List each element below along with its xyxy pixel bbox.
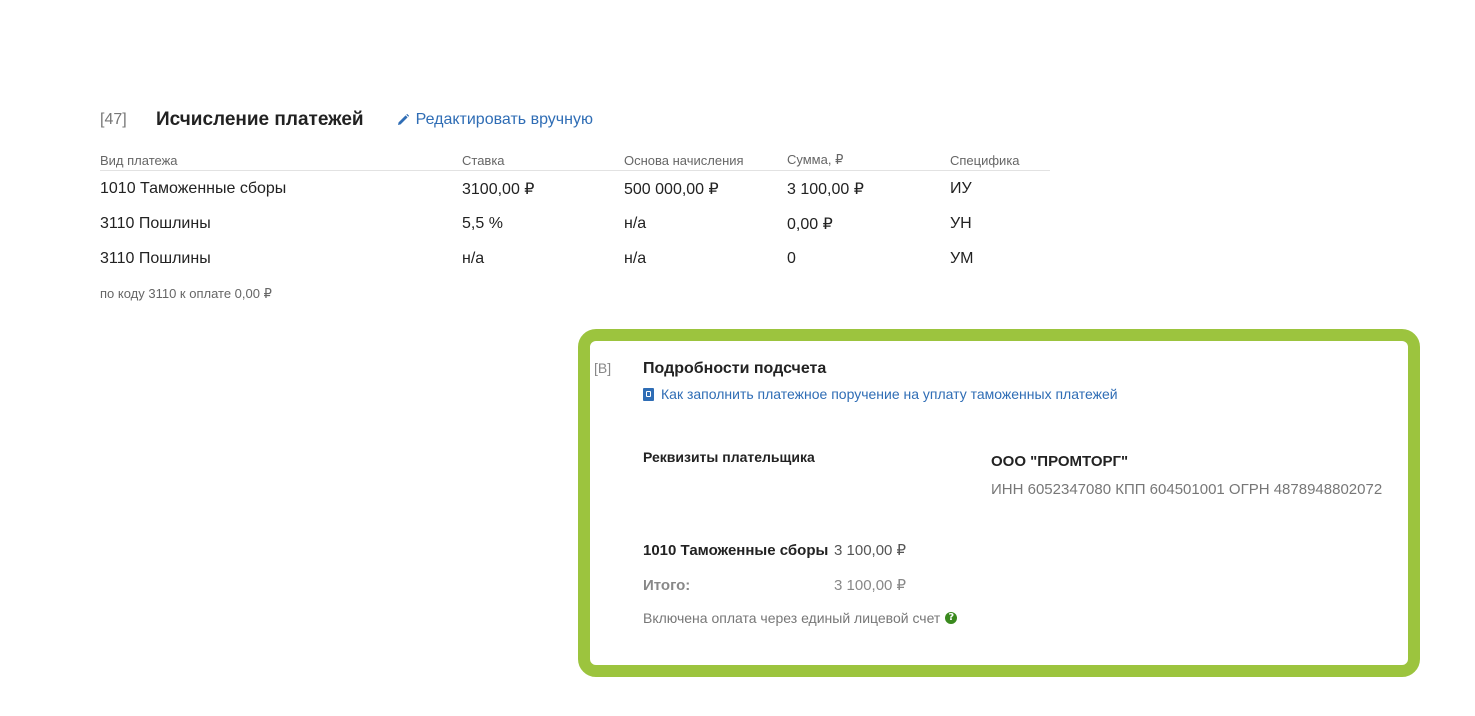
- cell-payment-type: 3110 Пошлины: [100, 214, 211, 232]
- cell-base: 500 000,00 ₽: [624, 180, 719, 198]
- section-title: Исчисление платежей: [156, 109, 364, 130]
- help-link-label: Как заполнить платежное поручение на упл…: [661, 386, 1118, 402]
- detail-line-label: 1010 Таможенные сборы: [643, 541, 829, 559]
- cell-rate: 3100,00 ₽: [462, 180, 535, 198]
- detail-line-total: Итого: 3 100,00 ₽: [643, 576, 907, 595]
- header-sum: Сумма, ₽: [787, 152, 844, 167]
- table-row: 3110 Пошлины 5,5 % н/а 0,00 ₽ УН: [100, 206, 1050, 241]
- cell-payment-type: 3110 Пошлины: [100, 249, 211, 267]
- payment-note: по коду 3110 к оплате 0,00 ₽: [100, 286, 272, 301]
- question-help-icon[interactable]: ?: [945, 612, 958, 624]
- table-row: 1010 Таможенные сборы 3100,00 ₽ 500 000,…: [100, 171, 1050, 206]
- payer-requisites: ИНН 6052347080 КПП 604501001 ОГРН 487894…: [991, 481, 1383, 498]
- header-payment-type: Вид платежа: [100, 152, 178, 168]
- detail-line-value: 3 100,00 ₽: [834, 542, 907, 559]
- cell-specifics: УН: [950, 214, 972, 232]
- cell-sum: 0: [787, 249, 796, 267]
- cell-rate: н/а: [462, 249, 485, 267]
- details-section-number: [B]: [594, 360, 612, 376]
- details-title: Подробности подсчета: [643, 360, 827, 377]
- single-account-note-text: Включена оплата через единый лицевой сче…: [643, 610, 941, 626]
- single-account-note: Включена оплата через единый лицевой сче…: [643, 610, 958, 626]
- section-header: [47] Исчисление платежей Редактировать в…: [100, 108, 593, 132]
- header-specifics: Специфика: [950, 152, 1020, 168]
- cell-specifics: УМ: [950, 249, 974, 267]
- cell-base: н/а: [624, 249, 647, 267]
- payer-requisites-label: Реквизиты плательщика: [643, 449, 815, 465]
- cell-rate: 5,5 %: [462, 214, 503, 232]
- table-header: Вид платежа Ставка Основа начисления Сум…: [100, 150, 1050, 171]
- header-base: Основа начисления: [624, 152, 744, 168]
- edit-manually-link[interactable]: Редактировать вручную: [396, 111, 593, 129]
- payment-order-help-link[interactable]: Как заполнить платежное поручение на упл…: [643, 386, 1118, 402]
- cell-specifics: ИУ: [950, 179, 972, 197]
- payer-name: ООО "ПРОМТОРГ": [991, 453, 1129, 470]
- detail-line-customs-fee: 1010 Таможенные сборы 3 100,00 ₽: [643, 541, 907, 560]
- total-label: Итого:: [643, 576, 691, 594]
- help-book-icon: [643, 387, 654, 401]
- pencil-icon: [397, 113, 409, 125]
- total-value: 3 100,00 ₽: [834, 577, 907, 594]
- payments-table: Вид платежа Ставка Основа начисления Сум…: [100, 150, 1050, 276]
- cell-base: н/а: [624, 214, 647, 232]
- cell-sum: 0,00 ₽: [787, 215, 833, 233]
- calculation-details-panel: [B] Подробности подсчета Как заполнить п…: [578, 329, 1420, 677]
- cell-sum: 3 100,00 ₽: [787, 180, 864, 198]
- table-row: 3110 Пошлины н/а н/а 0 УМ: [100, 241, 1050, 276]
- header-rate: Ставка: [462, 152, 505, 168]
- cell-payment-type: 1010 Таможенные сборы: [100, 179, 287, 197]
- section-number: [47]: [100, 111, 127, 128]
- edit-manually-label: Редактировать вручную: [415, 111, 593, 128]
